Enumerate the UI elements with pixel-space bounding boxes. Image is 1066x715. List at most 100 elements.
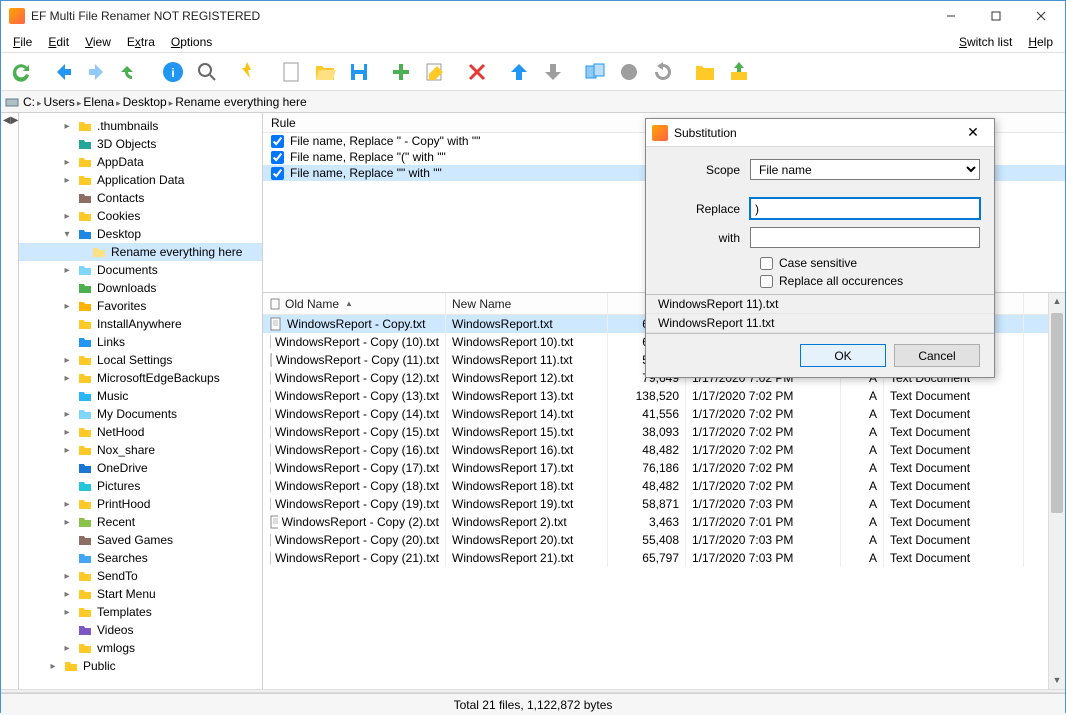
- dialog-close-icon[interactable]: ✕: [958, 124, 988, 141]
- breadcrumb-item[interactable]: Desktop: [123, 95, 167, 109]
- dialog-titlebar[interactable]: Substitution ✕: [646, 119, 994, 147]
- forward-icon[interactable]: [81, 56, 113, 88]
- expand-icon[interactable]: ▸: [61, 409, 73, 420]
- file-row[interactable]: WindowsReport - Copy (19).txtWindowsRepo…: [263, 495, 1065, 513]
- edit-icon[interactable]: [419, 56, 451, 88]
- file-row[interactable]: WindowsReport - Copy (13).txtWindowsRepo…: [263, 387, 1065, 405]
- tree-node[interactable]: OneDrive: [19, 459, 262, 477]
- file-row[interactable]: WindowsReport - Copy (21).txtWindowsRepo…: [263, 549, 1065, 567]
- rule-checkbox[interactable]: [271, 167, 284, 180]
- tree-node[interactable]: ▸AppData: [19, 153, 262, 171]
- breadcrumb-item[interactable]: Rename everything here: [175, 95, 306, 109]
- menu-view[interactable]: View: [77, 33, 119, 51]
- tree-node[interactable]: Searches: [19, 549, 262, 567]
- rule-checkbox[interactable]: [271, 151, 284, 164]
- expand-icon[interactable]: ▸: [61, 301, 73, 312]
- tree-node[interactable]: ▸Favorites: [19, 297, 262, 315]
- add-icon[interactable]: [385, 56, 417, 88]
- file-row[interactable]: WindowsReport - Copy (16).txtWindowsRepo…: [263, 441, 1065, 459]
- refresh-icon[interactable]: [5, 56, 37, 88]
- file-row[interactable]: WindowsReport - Copy (15).txtWindowsRepo…: [263, 423, 1065, 441]
- address-bar[interactable]: C: Users Elena Desktop Rename everything her…: [1, 91, 1065, 113]
- revert-icon[interactable]: [647, 56, 679, 88]
- vertical-scrollbar[interactable]: ▲ ▼: [1048, 293, 1065, 689]
- breadcrumb-item[interactable]: Users: [44, 95, 75, 109]
- expand-icon[interactable]: ▸: [61, 517, 73, 528]
- breadcrumb-item[interactable]: Elena: [83, 95, 114, 109]
- save-icon[interactable]: [343, 56, 375, 88]
- tree-node[interactable]: Music: [19, 387, 262, 405]
- menu-file[interactable]: File: [5, 33, 40, 51]
- menu-options[interactable]: Options: [163, 33, 220, 51]
- down-icon[interactable]: [537, 56, 569, 88]
- tree-node[interactable]: Downloads: [19, 279, 262, 297]
- tree-node[interactable]: ▸Documents: [19, 261, 262, 279]
- menu-extra[interactable]: Extra: [119, 33, 163, 51]
- expand-icon[interactable]: ▸: [47, 661, 59, 672]
- folder-icon[interactable]: [689, 56, 721, 88]
- expand-icon[interactable]: ▸: [61, 499, 73, 510]
- expand-icon[interactable]: ▸: [61, 373, 73, 384]
- expand-icon[interactable]: ▸: [61, 265, 73, 276]
- tree-node[interactable]: ▸vmlogs: [19, 639, 262, 657]
- tree-node[interactable]: ▸Local Settings: [19, 351, 262, 369]
- tree-node[interactable]: ▸.thumbnails: [19, 117, 262, 135]
- tree-node[interactable]: ▸Nox_share: [19, 441, 262, 459]
- casesensitive-checkbox[interactable]: [760, 257, 773, 270]
- breadcrumb-item[interactable]: C:: [23, 95, 35, 109]
- undo-icon[interactable]: [115, 56, 147, 88]
- tree-node[interactable]: Links: [19, 333, 262, 351]
- tree-node[interactable]: Saved Games: [19, 531, 262, 549]
- tree-node[interactable]: ▸Start Menu: [19, 585, 262, 603]
- tree-node[interactable]: Pictures: [19, 477, 262, 495]
- file-row[interactable]: WindowsReport - Copy (17).txtWindowsRepo…: [263, 459, 1065, 477]
- expand-icon[interactable]: ▸: [61, 589, 73, 600]
- tree-node[interactable]: ▸MicrosoftEdgeBackups: [19, 369, 262, 387]
- tree-node[interactable]: Videos: [19, 621, 262, 639]
- expand-icon[interactable]: ▸: [61, 157, 73, 168]
- record-icon[interactable]: [613, 56, 645, 88]
- expand-icon[interactable]: ▸: [61, 571, 73, 582]
- expand-icon[interactable]: ▾: [61, 229, 73, 240]
- minimize-button[interactable]: [928, 2, 973, 31]
- expand-icon[interactable]: ▸: [61, 175, 73, 186]
- ok-button[interactable]: OK: [800, 344, 886, 367]
- tree-node[interactable]: InstallAnywhere: [19, 315, 262, 333]
- tree-node[interactable]: ▸PrintHood: [19, 495, 262, 513]
- tree-node[interactable]: ▾Desktop: [19, 225, 262, 243]
- expand-icon[interactable]: ▸: [61, 355, 73, 366]
- import-icon[interactable]: [723, 56, 755, 88]
- file-row[interactable]: WindowsReport - Copy (20).txtWindowsRepo…: [263, 531, 1065, 549]
- col-oldname[interactable]: Old Name: [263, 293, 446, 314]
- tree-node[interactable]: Contacts: [19, 189, 262, 207]
- open-icon[interactable]: [309, 56, 341, 88]
- file-row[interactable]: WindowsReport - Copy (2).txtWindowsRepor…: [263, 513, 1065, 531]
- tree-node[interactable]: ▸Public: [19, 657, 262, 675]
- scope-select[interactable]: File name: [750, 159, 980, 180]
- scrollbar-thumb[interactable]: [1051, 313, 1063, 513]
- tree-node[interactable]: Rename everything here: [19, 243, 262, 261]
- file-row[interactable]: WindowsReport - Copy (14).txtWindowsRepo…: [263, 405, 1065, 423]
- expand-icon[interactable]: ▸: [61, 607, 73, 618]
- tree-node[interactable]: ▸Cookies: [19, 207, 262, 225]
- maximize-button[interactable]: [973, 2, 1018, 31]
- cancel-button[interactable]: Cancel: [894, 344, 980, 367]
- tree-node[interactable]: 3D Objects: [19, 135, 262, 153]
- menu-switchlist[interactable]: Switch list: [951, 33, 1020, 51]
- expand-icon[interactable]: ▸: [61, 211, 73, 222]
- tree-node[interactable]: ▸Templates: [19, 603, 262, 621]
- tree-node[interactable]: ▸My Documents: [19, 405, 262, 423]
- replaceall-checkbox[interactable]: [760, 275, 773, 288]
- file-row[interactable]: WindowsReport - Copy (18).txtWindowsRepo…: [263, 477, 1065, 495]
- rule-checkbox[interactable]: [271, 135, 284, 148]
- expand-icon[interactable]: ▸: [61, 643, 73, 654]
- back-icon[interactable]: [47, 56, 79, 88]
- menu-edit[interactable]: Edit: [40, 33, 77, 51]
- close-button[interactable]: [1018, 2, 1063, 31]
- info-icon[interactable]: i: [157, 56, 189, 88]
- tree-node[interactable]: ▸SendTo: [19, 567, 262, 585]
- preview-icon[interactable]: [579, 56, 611, 88]
- replace-input[interactable]: [750, 198, 980, 219]
- execute-icon[interactable]: [233, 56, 265, 88]
- tree-node[interactable]: ▸NetHood: [19, 423, 262, 441]
